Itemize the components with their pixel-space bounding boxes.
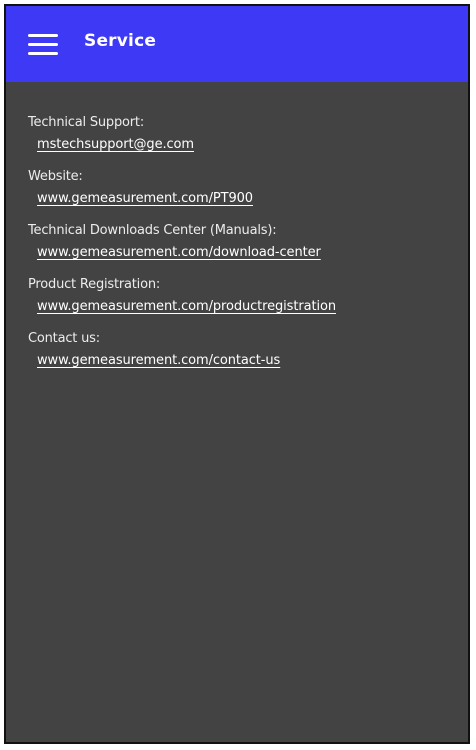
website-entry: Website: www.gemeasurement.com/PT900: [28, 168, 458, 208]
technical-support-email-link[interactable]: mstechsupport@ge.com: [37, 136, 194, 154]
product-registration-entry: Product Registration: www.gemeasurement.…: [28, 276, 458, 316]
website-label: Website:: [28, 169, 83, 184]
contact-us-entry: Contact us: www.gemeasurement.com/contac…: [28, 330, 458, 370]
menu-line: [28, 34, 58, 37]
page-title: Service: [84, 31, 157, 51]
technical-support-label: Technical Support:: [28, 115, 144, 130]
downloads-center-link[interactable]: www.gemeasurement.com/download-center: [37, 244, 321, 262]
hamburger-menu-icon[interactable]: [26, 30, 60, 58]
menu-line: [28, 43, 58, 46]
technical-support-entry: Technical Support: mstechsupport@ge.com: [28, 114, 458, 154]
service-info-list: Technical Support: mstechsupport@ge.com …: [28, 114, 458, 384]
website-link[interactable]: www.gemeasurement.com/PT900: [37, 190, 253, 208]
product-registration-link[interactable]: www.gemeasurement.com/productregistratio…: [37, 298, 336, 316]
downloads-center-entry: Technical Downloads Center (Manuals): ww…: [28, 222, 458, 262]
contact-us-label: Contact us:: [28, 331, 100, 346]
downloads-center-label: Technical Downloads Center (Manuals):: [28, 223, 277, 238]
product-registration-label: Product Registration:: [28, 277, 161, 292]
menu-line: [28, 52, 58, 55]
app-bar: Service: [6, 6, 468, 82]
app-screen: Service Technical Support: mstechsupport…: [4, 4, 470, 744]
contact-us-link[interactable]: www.gemeasurement.com/contact-us: [37, 352, 280, 370]
